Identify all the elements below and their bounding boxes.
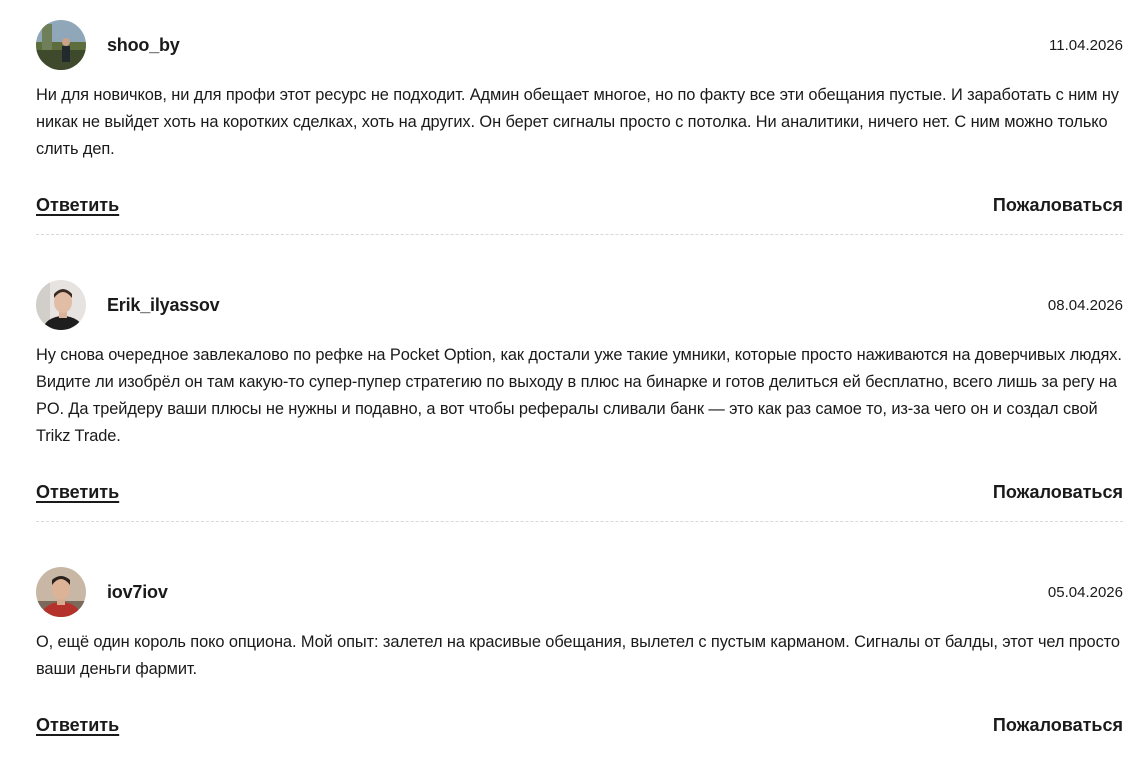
reply-button[interactable]: Ответить [36, 482, 119, 503]
avatar-photo-icon [36, 20, 86, 70]
report-button[interactable]: Пожаловаться [993, 715, 1123, 736]
comment-header: shoo_by 11.04.2026 [36, 20, 1123, 70]
reply-button[interactable]: Ответить [36, 715, 119, 736]
comment-date: 11.04.2026 [1049, 36, 1123, 54]
reply-button[interactable]: Ответить [36, 195, 119, 216]
comment-text: Ни для новичков, ни для профи этот ресур… [36, 86, 1119, 158]
comment-text: Ну снова очередное завлекалово по рефке … [36, 346, 1122, 445]
comment-date: 05.04.2026 [1047, 583, 1123, 601]
user-avatar[interactable] [36, 20, 86, 70]
comment-text: О, ещё один король поко опциона. Мой опы… [36, 633, 1120, 678]
comment-date: 08.04.2026 [1047, 296, 1123, 314]
comment-author: iov7iov [107, 581, 168, 602]
report-button[interactable]: Пожаловаться [993, 482, 1123, 503]
comment-item: shoo_by 11.04.2026 Ни для новичков, ни д… [36, 0, 1123, 235]
comment-author: shoo_by [107, 34, 180, 55]
comment-actions: Ответить Пожаловаться [36, 715, 1123, 736]
comment-item: Erik_ilyassov 08.04.2026 Ну снова очеред… [36, 235, 1123, 522]
report-button[interactable]: Пожаловаться [993, 195, 1123, 216]
user-avatar[interactable] [36, 280, 86, 330]
comment-header: iov7iov 05.04.2026 [36, 567, 1123, 617]
comment-actions: Ответить Пожаловаться [36, 482, 1123, 503]
comment-item: iov7iov 05.04.2026 О, ещё один король по… [36, 522, 1123, 736]
comment-author: Erik_ilyassov [107, 294, 220, 315]
comment-actions: Ответить Пожаловаться [36, 195, 1123, 216]
avatar-photo-icon [36, 280, 86, 330]
user-avatar[interactable] [36, 567, 86, 617]
avatar-photo-icon [36, 567, 86, 617]
comment-header: Erik_ilyassov 08.04.2026 [36, 280, 1123, 330]
comments-list: shoo_by 11.04.2026 Ни для новичков, ни д… [0, 0, 1141, 736]
